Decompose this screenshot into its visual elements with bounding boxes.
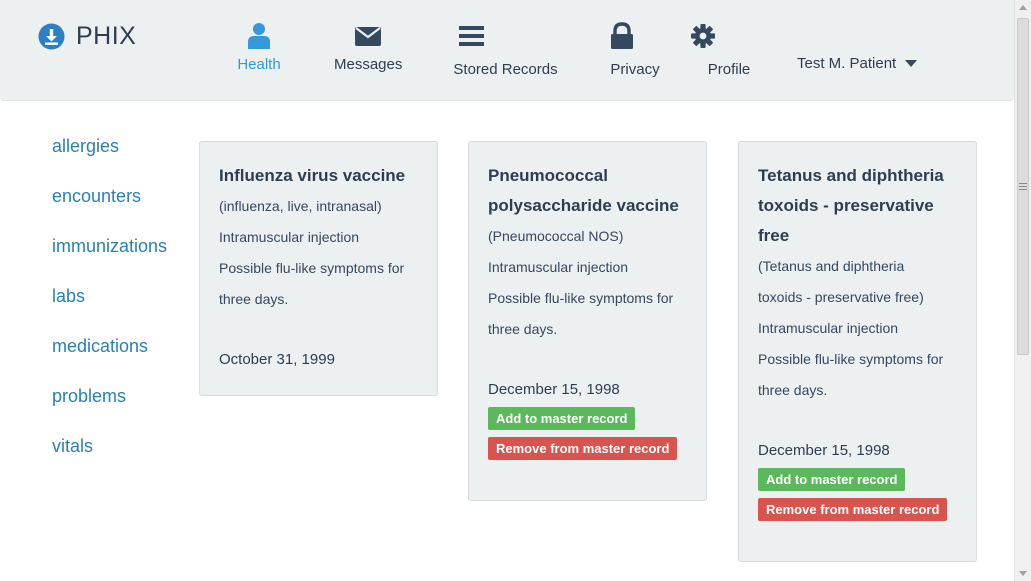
sidebar-item-labs[interactable]: labs: [52, 282, 167, 332]
top-navbar: PHIX Health Messages Stored Records Priv…: [0, 0, 1014, 101]
caret-down-icon: [905, 60, 918, 67]
immunization-card: Influenza virus vaccine (influenza, live…: [199, 141, 438, 396]
lock-icon: [611, 22, 633, 49]
card-title: free: [758, 226, 790, 245]
card-detail: three days.: [488, 321, 558, 337]
card-title: Pneumococcal: [488, 166, 608, 185]
list-icon: [458, 26, 484, 46]
nav-privacy-label: Privacy: [610, 61, 660, 78]
user-menu-dropdown[interactable]: Test M. Patient: [797, 55, 918, 72]
sidebar-item-immunizations[interactable]: immunizations: [52, 232, 167, 282]
nav-stored-records-label: Stored Records: [453, 61, 558, 78]
remove-from-master-record-button[interactable]: Remove from master record: [758, 498, 948, 521]
sidebar-item-problems[interactable]: problems: [52, 382, 167, 432]
gear-icon: [691, 24, 715, 48]
card-title: toxoids - preservative: [758, 196, 934, 215]
add-to-master-record-button[interactable]: Add to master record: [758, 468, 906, 491]
card-detail: Possible flu-like symptoms for: [758, 351, 944, 367]
card-detail: Possible flu-like symptoms for: [219, 260, 405, 276]
nav-messages[interactable]: Messages: [334, 22, 403, 73]
user-icon: [248, 23, 270, 49]
card-detail: (influenza, live, intranasal): [219, 198, 382, 214]
user-name: Test M. Patient: [797, 55, 897, 72]
card-detail: Possible flu-like symptoms for: [488, 290, 674, 306]
vertical-scrollbar[interactable]: [1014, 0, 1031, 581]
card-detail: three days.: [219, 291, 289, 307]
nav-messages-label: Messages: [334, 56, 403, 73]
card-detail: (Tetanus and diphtheria: [758, 258, 905, 274]
scroll-up-arrow-icon[interactable]: [1019, 5, 1027, 10]
card-detail: Intramuscular injection: [758, 320, 899, 336]
scrollbar-grip-icon: [1019, 183, 1027, 190]
add-to-master-record-button[interactable]: Add to master record: [488, 407, 636, 430]
remove-from-master-record-button[interactable]: Remove from master record: [488, 437, 678, 460]
card-title: polysaccharide vaccine: [488, 196, 679, 215]
record-type-sidebar: allergies encounters immunizations labs …: [52, 132, 167, 482]
card-date: December 15, 1998: [758, 442, 890, 459]
sidebar-item-medications[interactable]: medications: [52, 332, 167, 382]
card-detail: toxoids - preservative free): [758, 289, 924, 305]
card-title: Influenza virus vaccine: [219, 166, 406, 185]
card-detail: three days.: [758, 382, 828, 398]
sidebar-item-encounters[interactable]: encounters: [52, 182, 167, 232]
card-date: December 15, 1998: [488, 381, 620, 398]
brand-name: PHIX: [76, 22, 137, 50]
sidebar-item-vitals[interactable]: vitals: [52, 432, 167, 482]
envelope-icon: [354, 27, 381, 46]
brand-link[interactable]: PHIX: [38, 22, 136, 51]
scroll-down-arrow-icon[interactable]: [1019, 571, 1027, 576]
immunization-card: Tetanus and diphtheria toxoids - preserv…: [738, 141, 977, 562]
card-detail: Intramuscular injection: [219, 229, 360, 245]
nav-profile[interactable]: Profile: [691, 22, 758, 78]
immunization-card: Pneumococcal polysaccharide vaccine (Pne…: [468, 141, 707, 501]
sidebar-item-allergies[interactable]: allergies: [52, 132, 167, 182]
nav-privacy[interactable]: Privacy: [610, 22, 660, 78]
nav-health-label: Health: [237, 56, 281, 73]
card-detail: Intramuscular injection: [488, 259, 629, 275]
download-circle-icon: [38, 23, 65, 50]
card-date: October 31, 1999: [219, 351, 335, 368]
nav-health[interactable]: Health: [236, 22, 282, 73]
card-title: Tetanus and diphtheria: [758, 166, 944, 185]
nav-profile-label: Profile: [707, 61, 751, 78]
card-detail: (Pneumococcal NOS): [488, 228, 624, 244]
nav-stored-records[interactable]: Stored Records: [453, 22, 558, 78]
